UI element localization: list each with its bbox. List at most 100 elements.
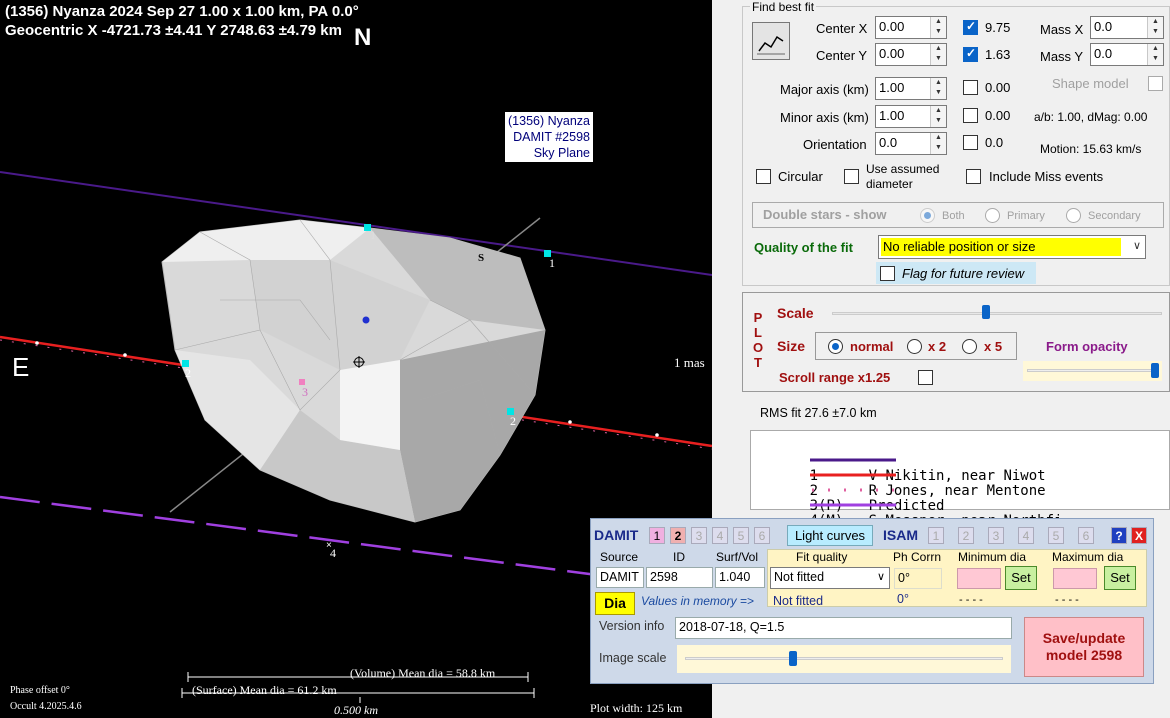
spinner-arrows-icon[interactable]: ▲ ▼	[930, 44, 946, 65]
fit-quality-dropdown[interactable]: Not fitted ∨	[770, 567, 890, 589]
minor-axis-spinner[interactable]: 1.00 ▲ ▼	[875, 105, 947, 128]
mass-y-spinner[interactable]: 0.0 ▲ ▼	[1090, 43, 1164, 66]
legend-row: 2 R Jones, near Mentone	[759, 451, 1046, 499]
scale-slider[interactable]	[832, 303, 1162, 323]
shape-model-label: Shape model	[1052, 76, 1129, 91]
id-header: ID	[673, 550, 685, 564]
form-opacity-track	[1027, 369, 1157, 372]
id-field[interactable]: 2598	[646, 567, 713, 588]
major-axis-label: Major axis (km)	[780, 82, 869, 97]
size-x2-radio[interactable]	[907, 339, 922, 354]
assumed-diameter-checkbox[interactable]	[844, 169, 859, 184]
primary-radio[interactable]	[985, 208, 1000, 223]
form-opacity-thumb[interactable]	[1151, 363, 1159, 378]
east-label: E	[12, 352, 30, 382]
scale-mas-label: 1 mas	[674, 355, 705, 370]
shape-model-checkbox[interactable]	[1148, 76, 1163, 91]
chord-label: 2	[510, 414, 516, 428]
light-curves-button[interactable]: Light curves	[787, 525, 873, 546]
damit-model-4-button[interactable]: 4	[712, 527, 728, 544]
include-miss-checkbox[interactable]	[966, 169, 981, 184]
fit-quality-value: Not fitted	[774, 570, 825, 584]
isam-model-2-button[interactable]: 2	[958, 527, 974, 544]
set-min-dia-button[interactable]: Set	[1005, 566, 1037, 590]
major-axis-checkbox[interactable]	[963, 80, 978, 95]
save-update-model-button[interactable]: Save/update model 2598	[1024, 617, 1144, 677]
isam-model-5-button[interactable]: 5	[1048, 527, 1064, 544]
image-scale-label: Image scale	[599, 651, 667, 665]
major-axis-value: 1.00	[879, 80, 905, 95]
orientation-checkbox[interactable]	[963, 135, 978, 150]
assumed-dia-line1: Use assumed	[866, 162, 940, 176]
version-info-field[interactable]: 2018-07-18, Q=1.5	[675, 617, 1012, 639]
rms-fit-label: RMS fit 27.6 ±7.0 km	[760, 406, 877, 420]
min-dia-field[interactable]	[957, 568, 1001, 589]
orientation-value: 0.0	[879, 135, 898, 150]
chord-label: 2	[185, 366, 191, 380]
orientation-spinner[interactable]: 0.0 ▲ ▼	[875, 132, 947, 155]
south-marker: S	[478, 252, 485, 264]
damit-model-5-button[interactable]: 5	[733, 527, 749, 544]
spinner-arrows-icon[interactable]: ▲ ▼	[930, 133, 946, 154]
both-radio[interactable]	[920, 208, 935, 223]
surf-vol-field[interactable]: 1.040	[715, 567, 765, 588]
center-y-value: 0.00	[879, 46, 905, 61]
center-y-spinner[interactable]: 0.00 ▲ ▼	[875, 43, 947, 66]
close-icon[interactable]: X	[1131, 527, 1147, 544]
minor-axis-checkbox[interactable]	[963, 108, 978, 123]
isam-model-1-button[interactable]: 1	[928, 527, 944, 544]
mass-x-label: Mass X	[1040, 22, 1084, 37]
quality-fit-dropdown[interactable]: No reliable position or size ∨	[878, 235, 1146, 259]
chevron-down-icon: ∨	[876, 571, 885, 583]
center-x-spinner[interactable]: 0.00 ▲ ▼	[875, 16, 947, 39]
form-opacity-slider[interactable]	[1023, 361, 1162, 381]
secondary-radio[interactable]	[1066, 208, 1081, 223]
isam-model-4-button[interactable]: 4	[1018, 527, 1034, 544]
set-max-dia-button[interactable]: Set	[1104, 566, 1136, 590]
spinner-arrows-icon[interactable]: ▲ ▼	[1147, 44, 1163, 65]
max-dia-memory: - - - -	[1055, 594, 1079, 606]
motion-label: Motion: 15.63 km/s	[1040, 142, 1142, 156]
surf-vol-header: Surf/Vol	[716, 550, 759, 564]
ph-corr-field[interactable]: 0°	[894, 568, 942, 589]
damit-model-3-button[interactable]: 3	[691, 527, 707, 544]
orientation-check-value: 0.0	[985, 135, 1004, 150]
source-field[interactable]: DAMIT	[596, 567, 644, 588]
flag-review-checkbox[interactable]	[880, 266, 895, 281]
mass-y-value: 0.0	[1094, 46, 1113, 61]
plot-header-line1: (1356) Nyanza 2024 Sep 27 1.00 x 1.00 km…	[5, 3, 359, 20]
plot-letter: L	[754, 325, 762, 340]
fit-graph-button[interactable]	[752, 22, 790, 60]
spinner-arrows-icon[interactable]: ▲ ▼	[930, 106, 946, 127]
damit-model-6-button[interactable]: 6	[754, 527, 770, 544]
image-scale-slider[interactable]	[677, 645, 1011, 673]
mass-x-spinner[interactable]: 0.0 ▲ ▼	[1090, 16, 1164, 39]
damit-model-2-button[interactable]: 2	[670, 527, 686, 544]
spinner-arrows-icon[interactable]: ▲ ▼	[930, 78, 946, 99]
isam-model-6-button[interactable]: 6	[1078, 527, 1094, 544]
center-x-check-value: 9.75	[985, 20, 1011, 35]
circular-checkbox[interactable]	[756, 169, 771, 184]
dia-button[interactable]: Dia	[595, 592, 635, 615]
size-x5-radio[interactable]	[962, 339, 977, 354]
size-normal-radio[interactable]	[828, 339, 843, 354]
center-y-checkbox[interactable]	[963, 46, 978, 62]
scale-slider-thumb[interactable]	[982, 305, 990, 319]
scroll-range-checkbox[interactable]	[918, 370, 933, 385]
isam-title: ISAM	[883, 527, 918, 543]
image-scale-track	[685, 657, 1003, 660]
damit-model-1-button[interactable]: 1	[649, 527, 665, 544]
help-icon[interactable]: ?	[1111, 527, 1127, 544]
major-axis-spinner[interactable]: 1.00 ▲ ▼	[875, 77, 947, 100]
isam-model-3-button[interactable]: 3	[988, 527, 1004, 544]
version-label: Occult 4.2025.4.6	[10, 701, 82, 712]
max-dia-field[interactable]	[1053, 568, 1097, 589]
image-scale-thumb[interactable]	[789, 651, 797, 666]
sky-plane-label: (1356) Nyanza DAMIT #2598 Sky Plane	[505, 112, 593, 162]
fit-quality-memory: Not fitted	[773, 594, 824, 608]
spinner-arrows-icon[interactable]: ▲ ▼	[930, 17, 946, 38]
spinner-arrows-icon[interactable]: ▲ ▼	[1147, 17, 1163, 38]
center-x-checkbox[interactable]	[963, 19, 978, 35]
chord-label: 1	[549, 256, 555, 270]
circular-label: Circular	[778, 169, 823, 184]
